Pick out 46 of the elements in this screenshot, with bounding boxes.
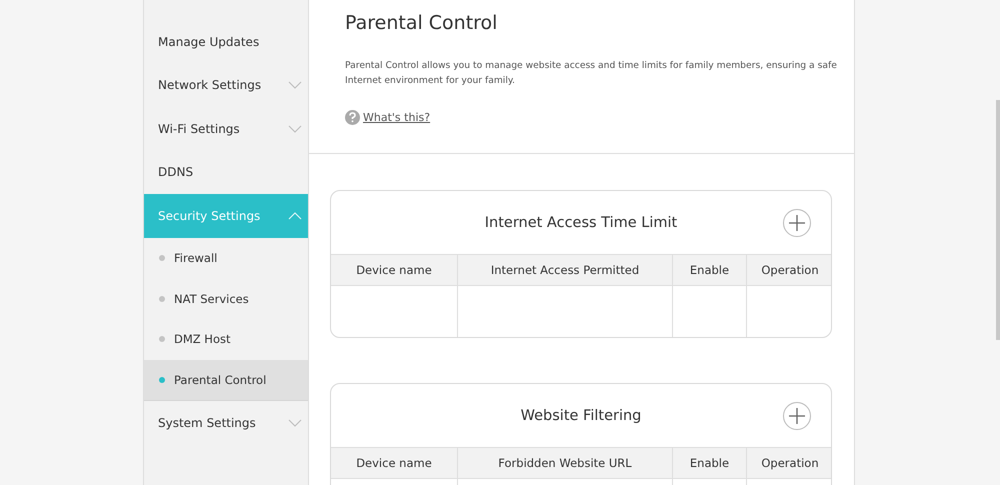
page-description: Parental Control allows you to manage website access and time limits for family members, ensuring a safe Internet environment for your family. [345,59,838,88]
sidebar-item-label: Manage Updates [158,34,260,49]
chevron-down-icon [288,124,302,133]
sidebar-subitem[interactable]: Parental Control [144,360,308,402]
sidebar-item-label: Wi-Fi Settings [158,122,240,136]
chevron-down-icon [288,81,302,90]
column-header: Enable [672,448,746,478]
chevron-up-icon [288,212,302,220]
scrollbar[interactable] [996,100,1000,340]
column-header: Internet Access Permitted [457,255,672,285]
column-header: Operation [746,255,831,285]
sidebar-item-label: Security Settings [158,208,260,223]
bullet-icon [159,336,165,342]
column-header: Forbidden Website URL [457,448,672,478]
table-title: Internet Access Time Limit [484,214,678,230]
column-header: Operation [746,448,831,478]
help-link[interactable]: What's this? [363,111,430,124]
sidebar-item-label: System Settings [158,416,256,430]
table-title: Website Filtering [520,408,642,424]
plus-icon [789,215,805,231]
column-header: Device name [331,448,457,478]
column-header: Enable [672,255,746,285]
sidebar-item[interactable]: System Settings [144,401,308,445]
sidebar-subitem-label: NAT Services [174,292,249,306]
sidebar-subitem[interactable]: NAT Services [144,278,308,319]
sidebar-item-label: Network Settings [158,78,262,92]
add-button[interactable] [783,402,811,430]
plus-icon [789,408,805,424]
column-header: Device name [331,255,457,285]
sidebar-subitem-label: Firewall [174,250,218,265]
sidebar-item[interactable]: Network Settings [144,64,308,107]
page-title: Parental Control [345,12,498,34]
sidebar-item[interactable]: Wi-Fi Settings [144,107,308,150]
sidebar-subitem-label: DMZ Host [174,332,230,346]
add-button[interactable] [783,209,811,237]
sidebar-subitem-label: Parental Control [174,372,266,387]
chevron-down-icon [288,419,302,427]
sidebar-item[interactable]: Manage Updates [144,20,308,64]
bullet-icon [159,254,165,261]
question-mark-icon [345,110,360,125]
sidebar-subitem[interactable]: DMZ Host [144,318,308,360]
bullet-icon [159,376,165,383]
sidebar-subitem[interactable]: Firewall [144,238,308,278]
bullet-icon [159,296,165,302]
sidebar-item-label: DDNS [158,165,194,180]
sidebar-item[interactable]: DDNS [144,150,308,194]
